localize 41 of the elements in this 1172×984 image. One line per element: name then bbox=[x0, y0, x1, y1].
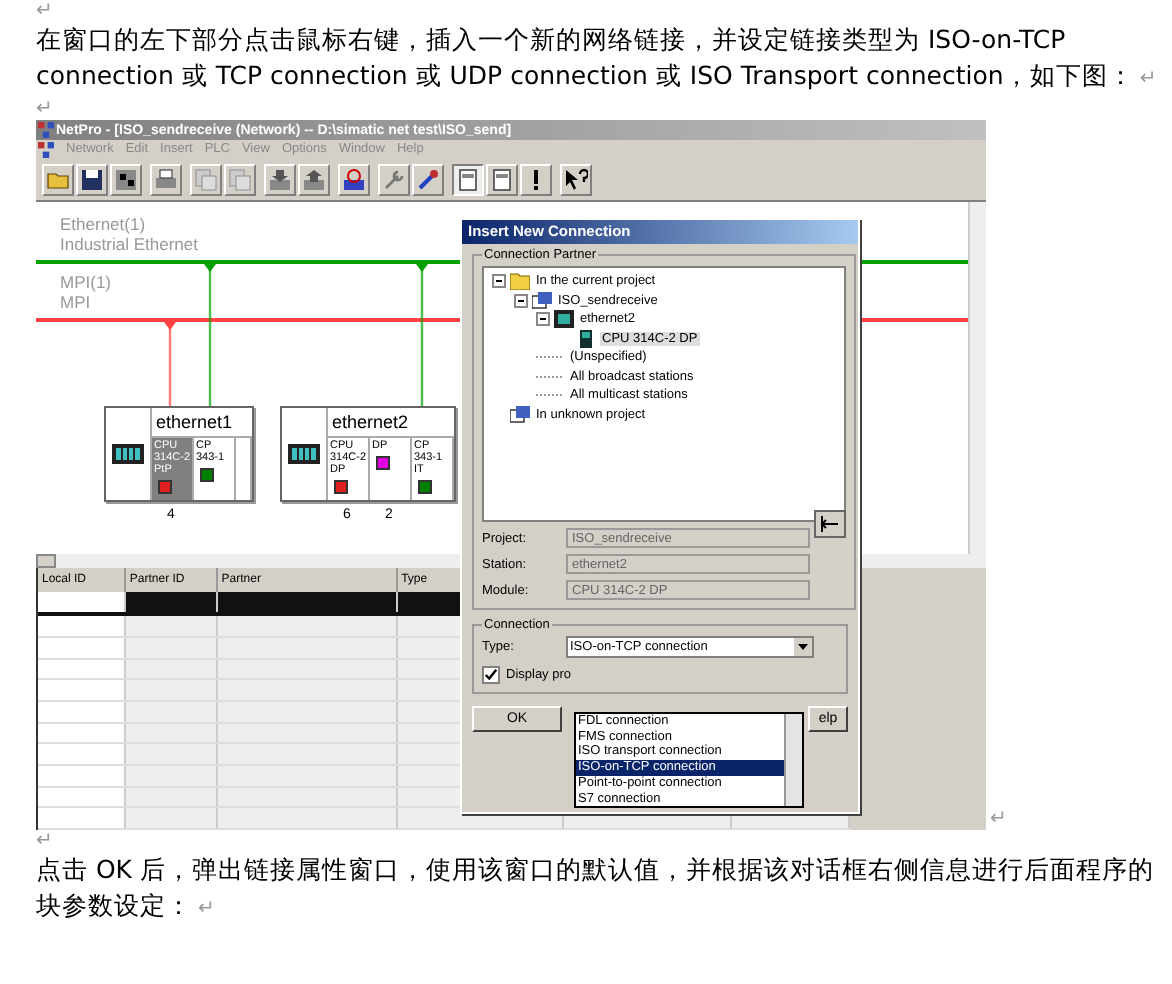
help-icon bbox=[564, 167, 588, 191]
vertical-scrollbar[interactable] bbox=[968, 202, 986, 554]
go-to-icon-button[interactable] bbox=[814, 510, 846, 538]
paste-icon bbox=[228, 167, 252, 191]
subnet-name: MPI(1) bbox=[60, 272, 111, 292]
return-mark: ↵ bbox=[36, 0, 55, 22]
link-icon bbox=[416, 167, 440, 191]
return-mark: ↵ bbox=[36, 830, 55, 852]
caret-icon bbox=[794, 638, 812, 656]
copy-icon bbox=[194, 167, 218, 191]
subnet-type: Industrial Ethernet bbox=[60, 234, 198, 254]
drop-line bbox=[416, 264, 428, 406]
station-name: ethernet2 bbox=[328, 408, 454, 438]
rack-icon bbox=[112, 444, 144, 464]
expander-icon[interactable] bbox=[514, 293, 528, 308]
folder-icon bbox=[510, 272, 530, 291]
rack-icon bbox=[288, 444, 320, 464]
subnet-type: MPI bbox=[60, 292, 93, 312]
drop-line bbox=[164, 322, 176, 406]
wrench-icon bbox=[382, 167, 406, 191]
print-icon bbox=[154, 167, 178, 191]
return-mark: ↵ bbox=[990, 810, 1007, 830]
panel-icon bbox=[456, 167, 480, 191]
module-icon bbox=[576, 329, 596, 348]
paragraph: 在窗口的左下部分点击鼠标右键，插入一个新的网络链接，并设定链接类型为 ISO-on-TCP connection 或 TCP connection 或 UDP connection 或 ISO Transport connection，如下图： ↵ bbox=[36, 22, 1159, 94]
grid-icon bbox=[114, 167, 138, 191]
upload-icon bbox=[302, 167, 326, 191]
station-icon bbox=[554, 310, 574, 329]
subnet-name: Ethernet(1) bbox=[60, 214, 148, 234]
expander-icon[interactable] bbox=[536, 312, 550, 327]
return-mark: ↵ bbox=[36, 98, 55, 120]
download-icon bbox=[268, 167, 292, 191]
project-icon bbox=[532, 291, 552, 310]
expander-icon[interactable] bbox=[492, 274, 506, 289]
paragraph: 点击 OK 后，弹出链接属性窗口，使用该窗口的默认值，并根据该对话框右侧信息进行后面程序的块参数设定： ↵ bbox=[36, 852, 1156, 924]
folder-icon bbox=[46, 167, 70, 191]
checkbox[interactable] bbox=[482, 666, 500, 684]
drop-line bbox=[204, 264, 216, 406]
save-icon bbox=[80, 167, 104, 191]
project-icon bbox=[510, 405, 530, 424]
list-scrollbar[interactable] bbox=[784, 714, 802, 806]
